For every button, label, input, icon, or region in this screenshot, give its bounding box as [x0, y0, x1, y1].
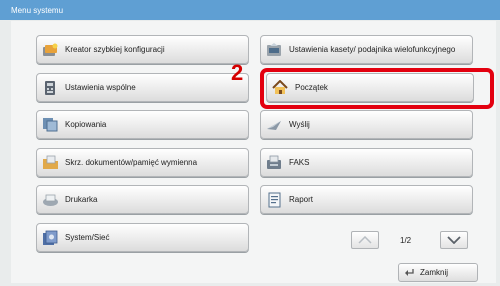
- close-label: Zamknij: [420, 268, 449, 277]
- page-down-button[interactable]: [440, 231, 468, 249]
- settings-icon: [41, 80, 59, 96]
- common-settings-button[interactable]: Ustawienia wspólne: [36, 73, 249, 102]
- fax-icon: [265, 155, 283, 171]
- send-icon: [265, 117, 283, 133]
- printer-label: Drukarka: [65, 195, 98, 204]
- fax-label: FAKS: [289, 158, 310, 167]
- document-box-label: Skrz. dokumentów/pamięć wymienna: [65, 158, 198, 167]
- quick-setup-button[interactable]: Kreator szybkiej konfiguracji: [36, 35, 249, 64]
- printer-icon: [41, 192, 59, 208]
- quick-setup-label: Kreator szybkiej konfiguracji: [65, 45, 165, 54]
- step-number-badge: 2: [231, 60, 244, 85]
- send-label: Wyślij: [289, 120, 310, 129]
- printer-button[interactable]: Drukarka: [36, 185, 249, 214]
- document-box-button[interactable]: Skrz. dokumentów/pamięć wymienna: [36, 148, 249, 177]
- cassette-icon: [265, 42, 283, 58]
- cassette-settings-button[interactable]: Ustawienia kasety/ podajnika wielofunkcy…: [260, 35, 473, 64]
- copy-label: Kopiowania: [65, 120, 107, 129]
- wizard-icon: [41, 42, 59, 58]
- chevron-up-icon: [358, 231, 372, 249]
- document-box-icon: [41, 155, 59, 171]
- close-arrow-icon: [404, 264, 414, 282]
- page-up-button[interactable]: [351, 231, 379, 249]
- chevron-down-icon: [447, 231, 461, 249]
- report-button[interactable]: Raport: [260, 185, 473, 214]
- window-title: Menu systemu: [11, 6, 64, 15]
- fax-button[interactable]: FAKS: [260, 148, 473, 177]
- system-network-button[interactable]: System/Sieć: [36, 223, 249, 252]
- title-bar: Menu systemu: [0, 0, 500, 20]
- close-button[interactable]: Zamknij: [398, 263, 478, 282]
- system-network-label: System/Sieć: [65, 233, 110, 242]
- home-highlight-frame: [260, 68, 494, 109]
- page-indicator: 1/2: [400, 236, 412, 245]
- copy-button[interactable]: Kopiowania: [36, 110, 249, 139]
- report-icon: [265, 192, 283, 208]
- report-label: Raport: [289, 195, 314, 204]
- send-button[interactable]: Wyślij: [260, 110, 473, 139]
- copy-icon: [41, 117, 59, 133]
- common-settings-label: Ustawienia wspólne: [65, 83, 136, 92]
- system-icon: [41, 230, 59, 246]
- cassette-settings-label: Ustawienia kasety/ podajnika wielofunkcy…: [289, 45, 456, 54]
